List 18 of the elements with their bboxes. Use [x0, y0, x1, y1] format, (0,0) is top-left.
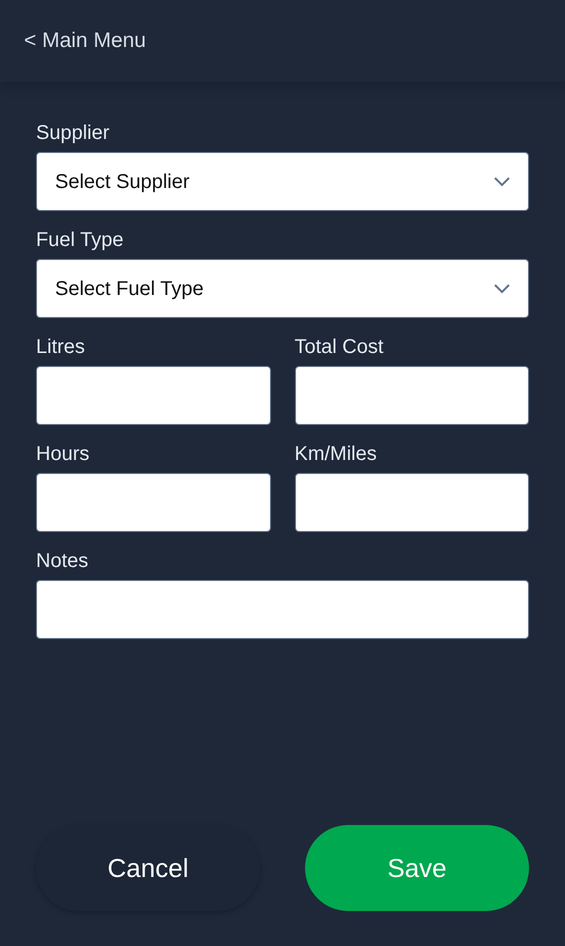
field-label: Supplier — [36, 121, 110, 145]
field-label: Litres — [36, 335, 85, 359]
cancel-button[interactable]: Cancel — [36, 825, 260, 911]
input-field[interactable] — [294, 366, 529, 425]
input-field[interactable] — [36, 366, 270, 425]
input-field[interactable] — [36, 580, 529, 639]
field-label: Km/Miles — [294, 442, 377, 466]
field-label: Total Cost — [294, 335, 384, 359]
field-label: Notes — [36, 549, 88, 573]
dropdown-field[interactable]: Select Fuel Type — [36, 259, 529, 318]
chevron-down-icon — [494, 176, 510, 186]
back-link[interactable]: < Main Menu — [24, 25, 146, 57]
input-field[interactable] — [36, 473, 270, 532]
input-field[interactable] — [294, 473, 529, 532]
chevron-down-icon — [494, 284, 510, 294]
field-label: Hours — [36, 442, 90, 466]
dropdown-field[interactable]: Select Supplier — [36, 152, 529, 211]
field-label: Fuel Type — [36, 228, 124, 252]
